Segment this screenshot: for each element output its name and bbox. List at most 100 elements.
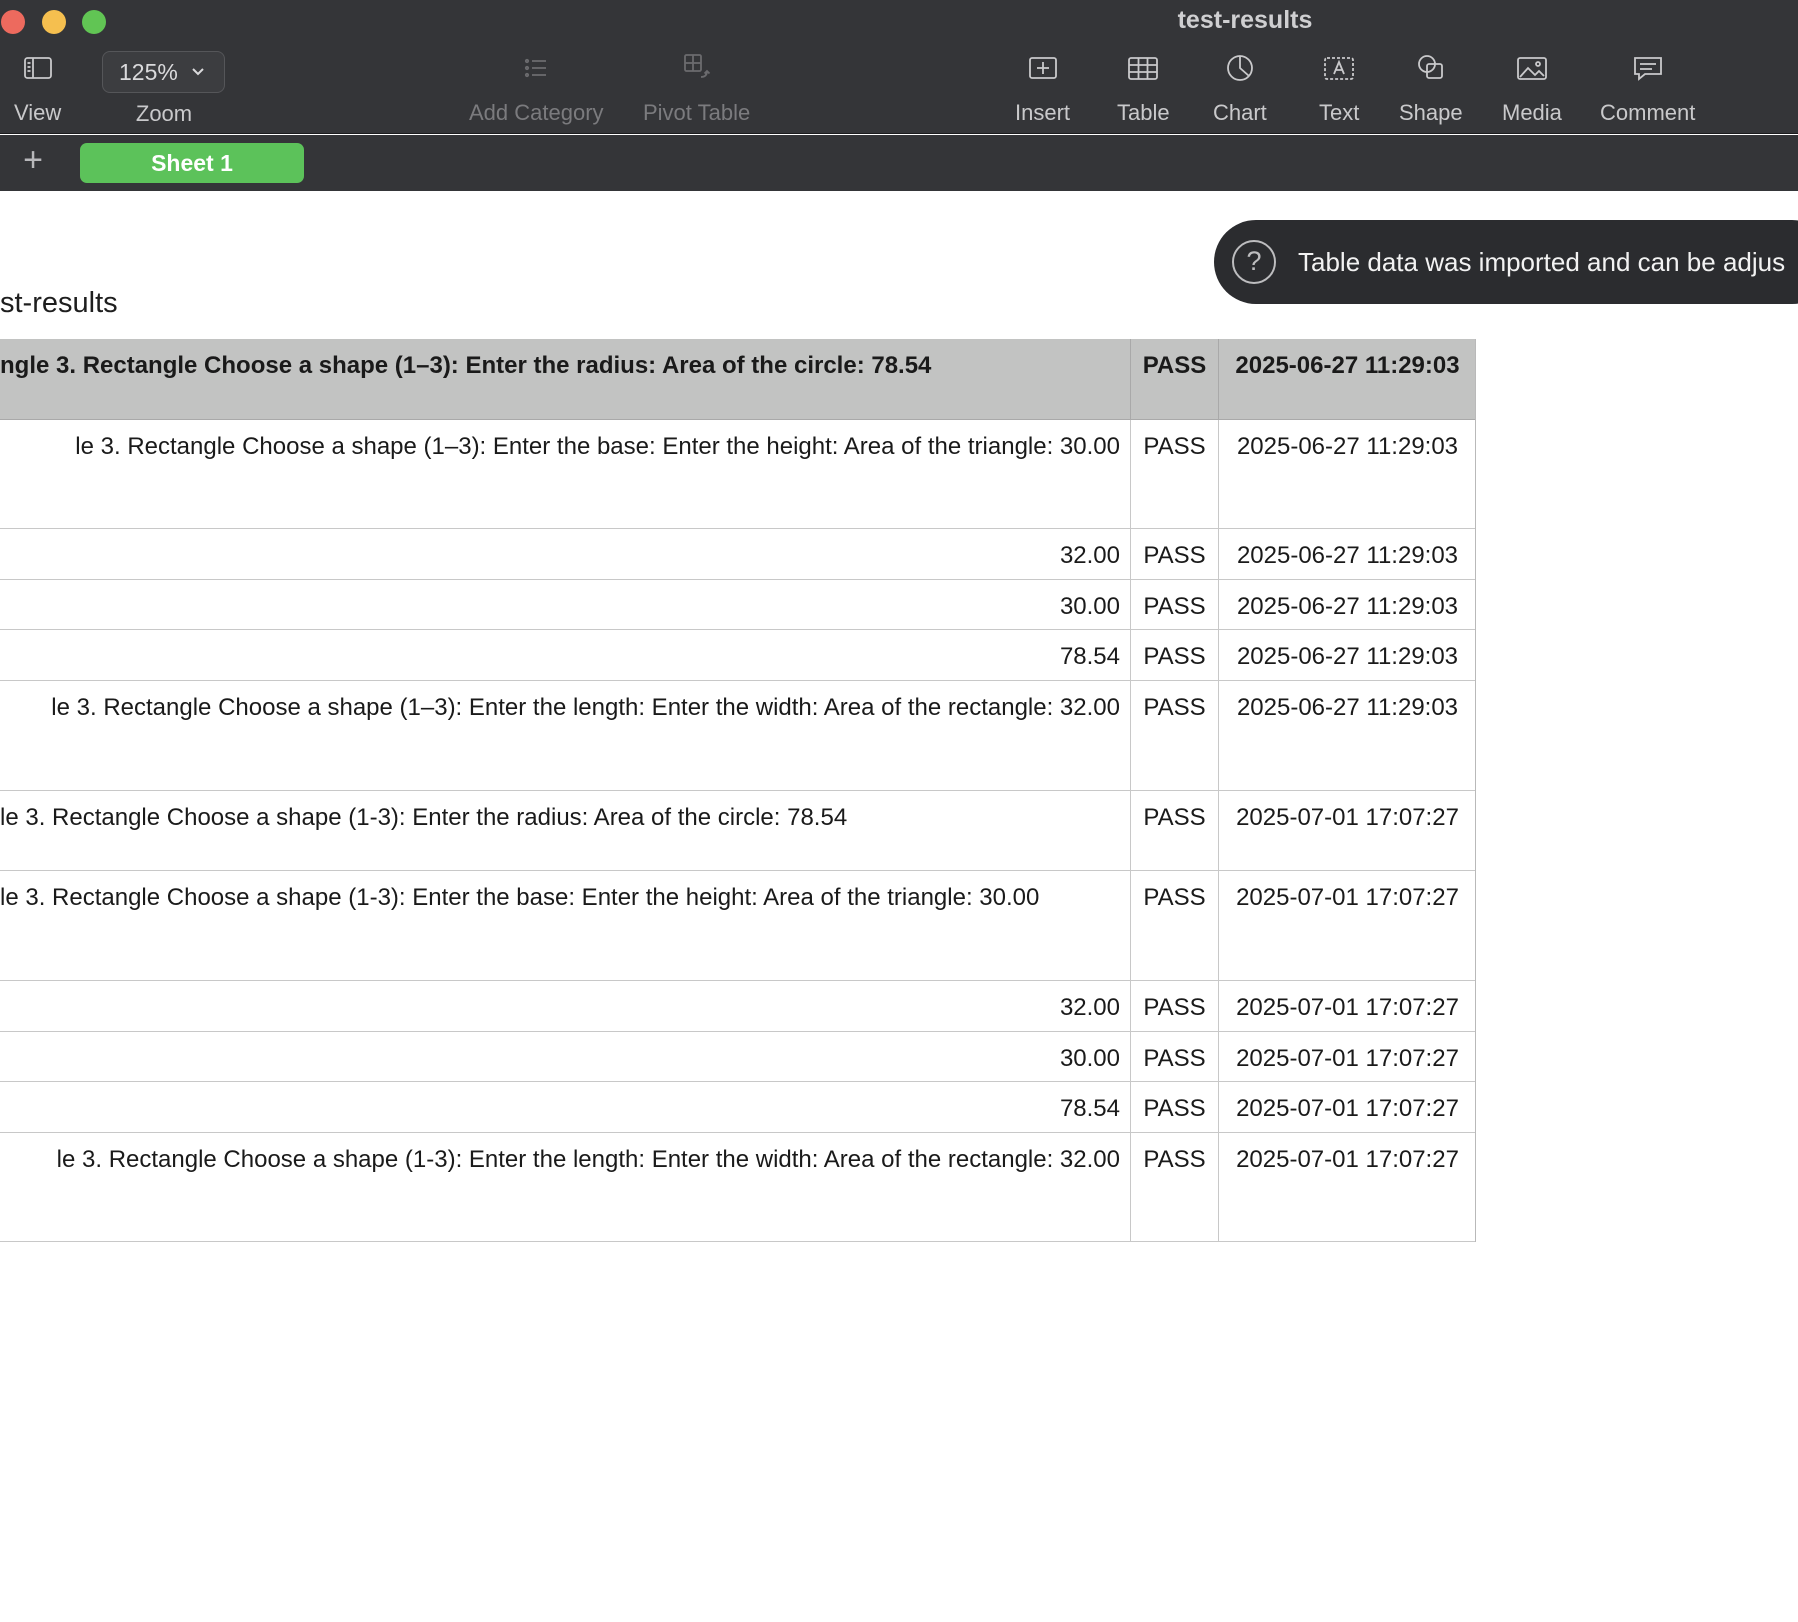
table-title[interactable]: st-results [0, 287, 118, 320]
table-cell[interactable]: PASS [1131, 791, 1219, 870]
view-label: View [14, 100, 62, 125]
sheet-tab-bar: + Sheet 1 [0, 135, 1798, 191]
pie-chart-icon [1226, 55, 1253, 81]
data-table: ngle 3. Rectangle Choose a shape (1–3): … [0, 339, 1476, 1242]
minimize-window-button[interactable] [42, 10, 66, 34]
table-cell[interactable]: 32.00 [0, 981, 1131, 1031]
table-cell[interactable]: le 3. Rectangle Choose a shape (1-3): En… [0, 1133, 1131, 1241]
table-cell[interactable]: 78.54 [0, 630, 1131, 680]
table-cell[interactable]: le 3. Rectangle Choose a shape (1-3): En… [0, 871, 1131, 980]
cell-text: 30.00 [1059, 593, 1120, 620]
insert-label: Insert [1015, 100, 1071, 125]
table-cell[interactable]: PASS [1131, 580, 1219, 629]
cell-text: 32.00 [1059, 542, 1120, 569]
pivot-table-label: Pivot Table [643, 100, 751, 125]
cell-text: ngle 3. Rectangle Choose a shape (1–3): … [0, 352, 932, 379]
table-cell[interactable]: PASS [1131, 1082, 1219, 1132]
table-cell[interactable]: 2025-06-27 11:29:03 [1219, 681, 1475, 790]
text-box-icon [1324, 57, 1355, 80]
table-row[interactable]: le 3. Rectangle Choose a shape (1-3): En… [0, 1133, 1475, 1242]
media-label: Media [1502, 100, 1562, 125]
table-row[interactable]: 78.54 PASS 2025-06-27 11:29:03 [0, 630, 1475, 681]
table-cell[interactable]: 2025-07-01 17:07:27 [1219, 1133, 1475, 1241]
table-cell[interactable]: PASS [1131, 1032, 1219, 1081]
table-cell[interactable]: 2025-07-01 17:07:27 [1219, 981, 1475, 1031]
table-cell[interactable]: PASS [1131, 871, 1219, 980]
table-cell[interactable]: 2025-06-27 11:29:03 [1219, 339, 1475, 419]
shape-button[interactable]: Shape [1399, 50, 1463, 126]
cell-text: 32.00 [1059, 994, 1120, 1021]
table-cell[interactable]: PASS [1131, 981, 1219, 1031]
table-cell[interactable]: le 3. Rectangle Choose a shape (1–3): En… [0, 681, 1131, 790]
view-button[interactable]: View [14, 50, 61, 126]
import-notice-banner[interactable]: ? Table data was imported and can be adj… [1214, 220, 1798, 304]
pivot-table-button[interactable]: Pivot Table [643, 50, 750, 126]
cell-text: le 3. Rectangle Choose a shape (1-3): En… [0, 804, 848, 831]
comment-button[interactable]: Comment [1600, 50, 1695, 126]
table-button[interactable]: Table [1117, 50, 1170, 126]
chevron-down-icon [192, 68, 204, 76]
table-cell[interactable]: PASS [1131, 681, 1219, 790]
table-cell[interactable]: 2025-07-01 17:07:27 [1219, 871, 1475, 980]
table-cell[interactable]: 78.54 [0, 1082, 1131, 1132]
table-row[interactable]: le 3. Rectangle Choose a shape (1–3): En… [0, 420, 1475, 529]
image-icon [1517, 57, 1547, 80]
table-cell[interactable]: 2025-07-01 17:07:27 [1219, 1032, 1475, 1081]
window-title: test-results [1177, 6, 1313, 34]
table-cell[interactable]: PASS [1131, 630, 1219, 680]
table-cell[interactable]: 30.00 [0, 1032, 1131, 1081]
close-window-button[interactable] [1, 10, 25, 34]
insert-icon [1028, 57, 1057, 79]
table-icon [1128, 57, 1159, 80]
table-cell[interactable]: PASS [1131, 420, 1219, 528]
tab-sheet-1[interactable]: Sheet 1 [80, 143, 304, 183]
table-label: Table [1117, 100, 1170, 125]
table-cell[interactable]: 2025-06-27 11:29:03 [1219, 529, 1475, 579]
add-category-label: Add Category [469, 100, 604, 125]
table-row[interactable]: 32.00 PASS 2025-07-01 17:07:27 [0, 981, 1475, 1032]
cell-text: le 3. Rectangle Choose a shape (1–3): En… [75, 433, 1120, 460]
table-row[interactable]: 78.54 PASS 2025-07-01 17:07:27 [0, 1082, 1475, 1133]
maximize-window-button[interactable] [82, 10, 106, 34]
table-row[interactable]: le 3. Rectangle Choose a shape (1–3): En… [0, 681, 1475, 791]
cell-text: 30.00 [1059, 1045, 1120, 1072]
cell-text: le 3. Rectangle Choose a shape (1-3): En… [56, 1146, 1120, 1173]
table-cell[interactable]: 30.00 [0, 580, 1131, 629]
table-cell[interactable]: PASS [1131, 529, 1219, 579]
insert-button[interactable]: Insert [1015, 50, 1070, 126]
table-cell[interactable]: 2025-07-01 17:07:27 [1219, 1082, 1475, 1132]
list-icon [525, 58, 547, 78]
add-sheet-button[interactable]: + [18, 143, 48, 177]
cell-text: 78.54 [1059, 643, 1120, 670]
zoom-select[interactable]: 125% [102, 51, 225, 93]
cell-text: le 3. Rectangle Choose a shape (1-3): En… [0, 884, 1040, 911]
table-row[interactable]: ngle 3. Rectangle Choose a shape (1–3): … [0, 339, 1475, 420]
table-row[interactable]: le 3. Rectangle Choose a shape (1-3): En… [0, 871, 1475, 981]
table-cell[interactable]: 32.00 [0, 529, 1131, 579]
table-cell[interactable]: 2025-06-27 11:29:03 [1219, 580, 1475, 629]
table-row[interactable]: 30.00 PASS 2025-07-01 17:07:27 [0, 1032, 1475, 1082]
table-cell[interactable]: le 3. Rectangle Choose a shape (1–3): En… [0, 420, 1131, 528]
shape-label: Shape [1399, 100, 1463, 125]
media-button[interactable]: Media [1502, 50, 1562, 126]
table-cell[interactable]: 2025-06-27 11:29:03 [1219, 630, 1475, 680]
table-cell[interactable]: 2025-06-27 11:29:03 [1219, 420, 1475, 528]
table-cell[interactable]: ngle 3. Rectangle Choose a shape (1–3): … [0, 339, 1131, 419]
chart-button[interactable]: Chart [1213, 50, 1267, 126]
table-row[interactable]: 32.00 PASS 2025-06-27 11:29:03 [0, 529, 1475, 580]
question-icon[interactable]: ? [1232, 240, 1276, 284]
cell-text: 78.54 [1059, 1095, 1120, 1122]
text-button[interactable]: Text [1319, 50, 1359, 126]
table-cell[interactable]: PASS [1131, 339, 1219, 419]
table-cell[interactable]: le 3. Rectangle Choose a shape (1-3): En… [0, 791, 1131, 870]
zoom-label: Zoom [135, 101, 193, 126]
chart-label: Chart [1213, 100, 1267, 125]
table-row[interactable]: le 3. Rectangle Choose a shape (1-3): En… [0, 791, 1475, 871]
table-cell[interactable]: PASS [1131, 1133, 1219, 1241]
cell-text: le 3. Rectangle Choose a shape (1–3): En… [51, 694, 1120, 721]
comment-icon [1633, 57, 1662, 81]
table-row[interactable]: 30.00 PASS 2025-06-27 11:29:03 [0, 580, 1475, 630]
toolbar: test-results View 125% Zoom Add Category… [0, 0, 1798, 134]
table-cell[interactable]: 2025-07-01 17:07:27 [1219, 791, 1475, 870]
add-category-button[interactable]: Add Category [469, 50, 604, 126]
